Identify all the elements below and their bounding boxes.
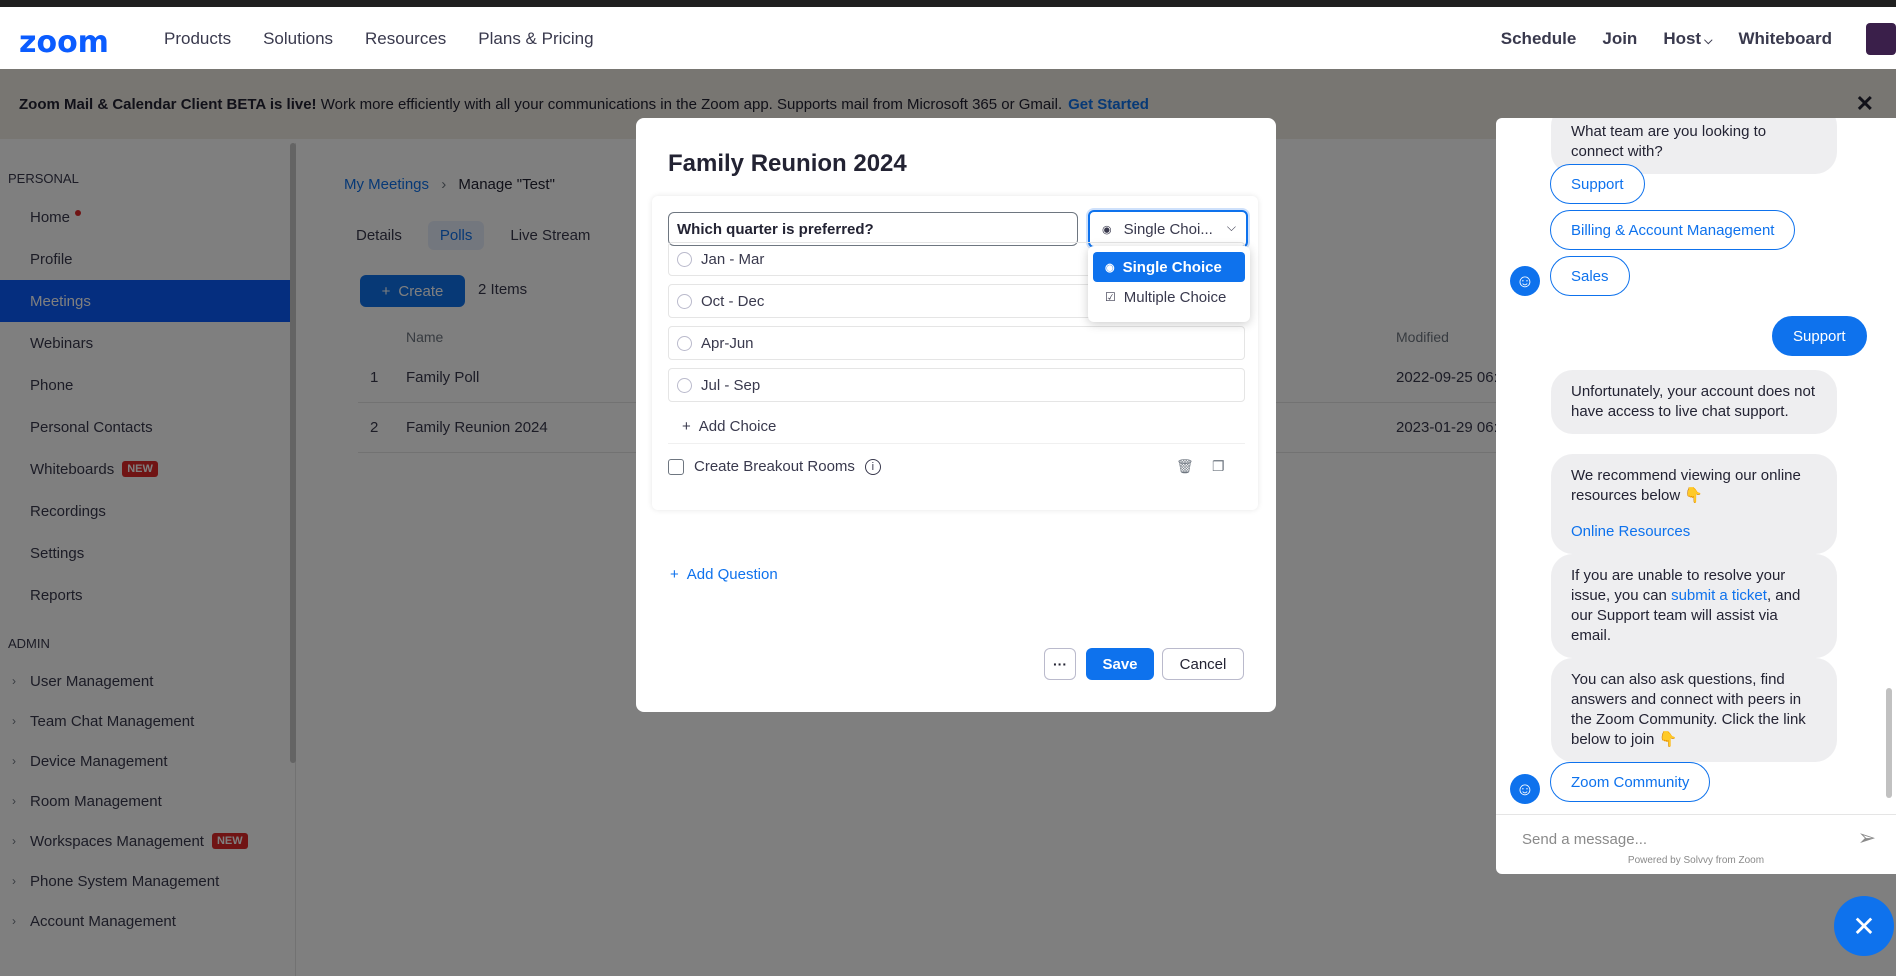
option-label: Multiple Choice xyxy=(1123,288,1227,306)
zoom-community-button[interactable]: Zoom Community xyxy=(1550,762,1711,802)
checkbox-icon: ☑ xyxy=(1105,290,1116,304)
plus-icon: + xyxy=(682,418,691,435)
option-multiple-choice[interactable]: ☑ Multiple Choice xyxy=(1093,282,1245,312)
nav-host-label: Host xyxy=(1663,29,1702,48)
nav-whiteboard[interactable]: Whiteboard xyxy=(1739,29,1833,49)
radio-selected-icon: ◉ xyxy=(1102,223,1112,236)
breakout-label: Create Breakout Rooms xyxy=(694,458,855,475)
message-text: You can also ask questions, find answers… xyxy=(1571,671,1806,748)
choice-item[interactable]: Apr-Jun xyxy=(668,326,1245,360)
info-icon[interactable]: i xyxy=(864,458,881,475)
user-reply-bubble: Support xyxy=(1772,316,1867,356)
chat-scrollbar[interactable] xyxy=(1886,688,1892,798)
breakout-rooms-option: Create Breakout Rooms i xyxy=(668,458,881,475)
chat-bot-message: If you are unable to resolve your issue,… xyxy=(1551,554,1837,658)
chevron-down-icon: ⌵ xyxy=(1701,35,1713,47)
top-strip xyxy=(0,0,1896,7)
nav-join[interactable]: Join xyxy=(1602,29,1637,49)
question-input[interactable]: Which quarter is preferred? xyxy=(668,212,1078,246)
online-resources-link[interactable]: Online Resources xyxy=(1571,522,1690,542)
add-question-button[interactable]: + Add Question xyxy=(670,566,778,583)
question-type-dropdown: ◉ Single Choice ☑ Multiple Choice xyxy=(1088,246,1250,322)
poll-edit-modal: Family Reunion 2024 Which quarter is pre… xyxy=(636,118,1276,712)
choice-label: Oct - Dec xyxy=(701,292,765,310)
top-nav: zoom Products Solutions Resources Plans … xyxy=(0,7,1896,69)
modal-title: Family Reunion 2024 xyxy=(668,150,907,177)
message-input[interactable]: Send a message... xyxy=(1522,831,1647,848)
copy-icon[interactable]: ❐ xyxy=(1212,458,1225,475)
bot-avatar-icon: ☺ xyxy=(1510,266,1540,296)
radio-icon xyxy=(677,252,692,267)
zoom-logo[interactable]: zoom xyxy=(19,25,109,60)
nav-plans-pricing[interactable]: Plans & Pricing xyxy=(478,29,593,49)
choice-label: Jul - Sep xyxy=(701,376,761,394)
avatar[interactable] xyxy=(1866,23,1896,55)
chevron-down-icon: ⌵ xyxy=(1226,220,1236,234)
nav-host[interactable]: Host ⌵ xyxy=(1663,29,1712,49)
bot-avatar-icon: ☺ xyxy=(1510,774,1540,804)
radio-icon xyxy=(677,336,692,351)
question-card: Which quarter is preferred? ◉ Single Cho… xyxy=(652,196,1258,510)
message-text: We recommend viewing our online resource… xyxy=(1571,467,1801,504)
close-chat-button[interactable]: ✕ xyxy=(1834,896,1894,956)
message-text: Unfortunately, your account does not hav… xyxy=(1571,383,1816,420)
question-type-value: Single Choi... xyxy=(1123,220,1213,238)
more-options-button[interactable]: ··· xyxy=(1044,648,1076,680)
submit-ticket-link[interactable]: submit a ticket xyxy=(1671,587,1767,604)
radio-icon xyxy=(677,378,692,393)
add-choice-button[interactable]: + Add Choice xyxy=(668,410,1245,444)
powered-by: Powered by Solvvy from Zoom xyxy=(1627,855,1765,866)
trash-icon[interactable]: 🗑 xyxy=(1176,458,1194,475)
nav-left: Products Solutions Resources Plans & Pri… xyxy=(164,29,594,49)
chat-option-support[interactable]: Support xyxy=(1550,164,1645,204)
breakout-checkbox[interactable] xyxy=(668,458,684,475)
choice-label: Jan - Mar xyxy=(701,250,765,268)
save-button[interactable]: Save xyxy=(1086,648,1154,680)
chat-option-sales[interactable]: Sales xyxy=(1550,256,1630,296)
plus-icon: + xyxy=(670,566,679,583)
nav-right: Schedule Join Host ⌵ Whiteboard xyxy=(1501,29,1832,49)
choice-item[interactable]: Jul - Sep xyxy=(668,368,1245,402)
support-chat-panel: What team are you looking to connect wit… xyxy=(1496,118,1896,874)
add-question-label: Add Question xyxy=(686,566,778,583)
cancel-button[interactable]: Cancel xyxy=(1162,648,1244,680)
option-label: Single Choice xyxy=(1122,258,1222,276)
chat-bot-message: We recommend viewing our online resource… xyxy=(1551,454,1837,554)
chat-option-billing[interactable]: Billing & Account Management xyxy=(1550,210,1796,250)
choice-label: Apr-Jun xyxy=(701,334,754,352)
nav-resources[interactable]: Resources xyxy=(365,29,446,49)
radio-icon xyxy=(677,294,692,309)
send-icon[interactable]: ➢ xyxy=(1858,825,1876,851)
add-choice-label: Add Choice xyxy=(698,418,777,435)
nav-schedule[interactable]: Schedule xyxy=(1501,29,1577,49)
chat-bot-message: Unfortunately, your account does not hav… xyxy=(1551,370,1837,434)
nav-solutions[interactable]: Solutions xyxy=(263,29,333,49)
radio-selected-icon: ◉ xyxy=(1105,261,1115,274)
chat-bot-message: You can also ask questions, find answers… xyxy=(1551,658,1837,762)
message-text: What team are you looking to connect wit… xyxy=(1571,123,1767,160)
option-single-choice[interactable]: ◉ Single Choice xyxy=(1093,252,1245,282)
nav-products[interactable]: Products xyxy=(164,29,231,49)
chat-input-area: Send a message... ➢ Powered by Solvvy fr… xyxy=(1496,814,1896,874)
